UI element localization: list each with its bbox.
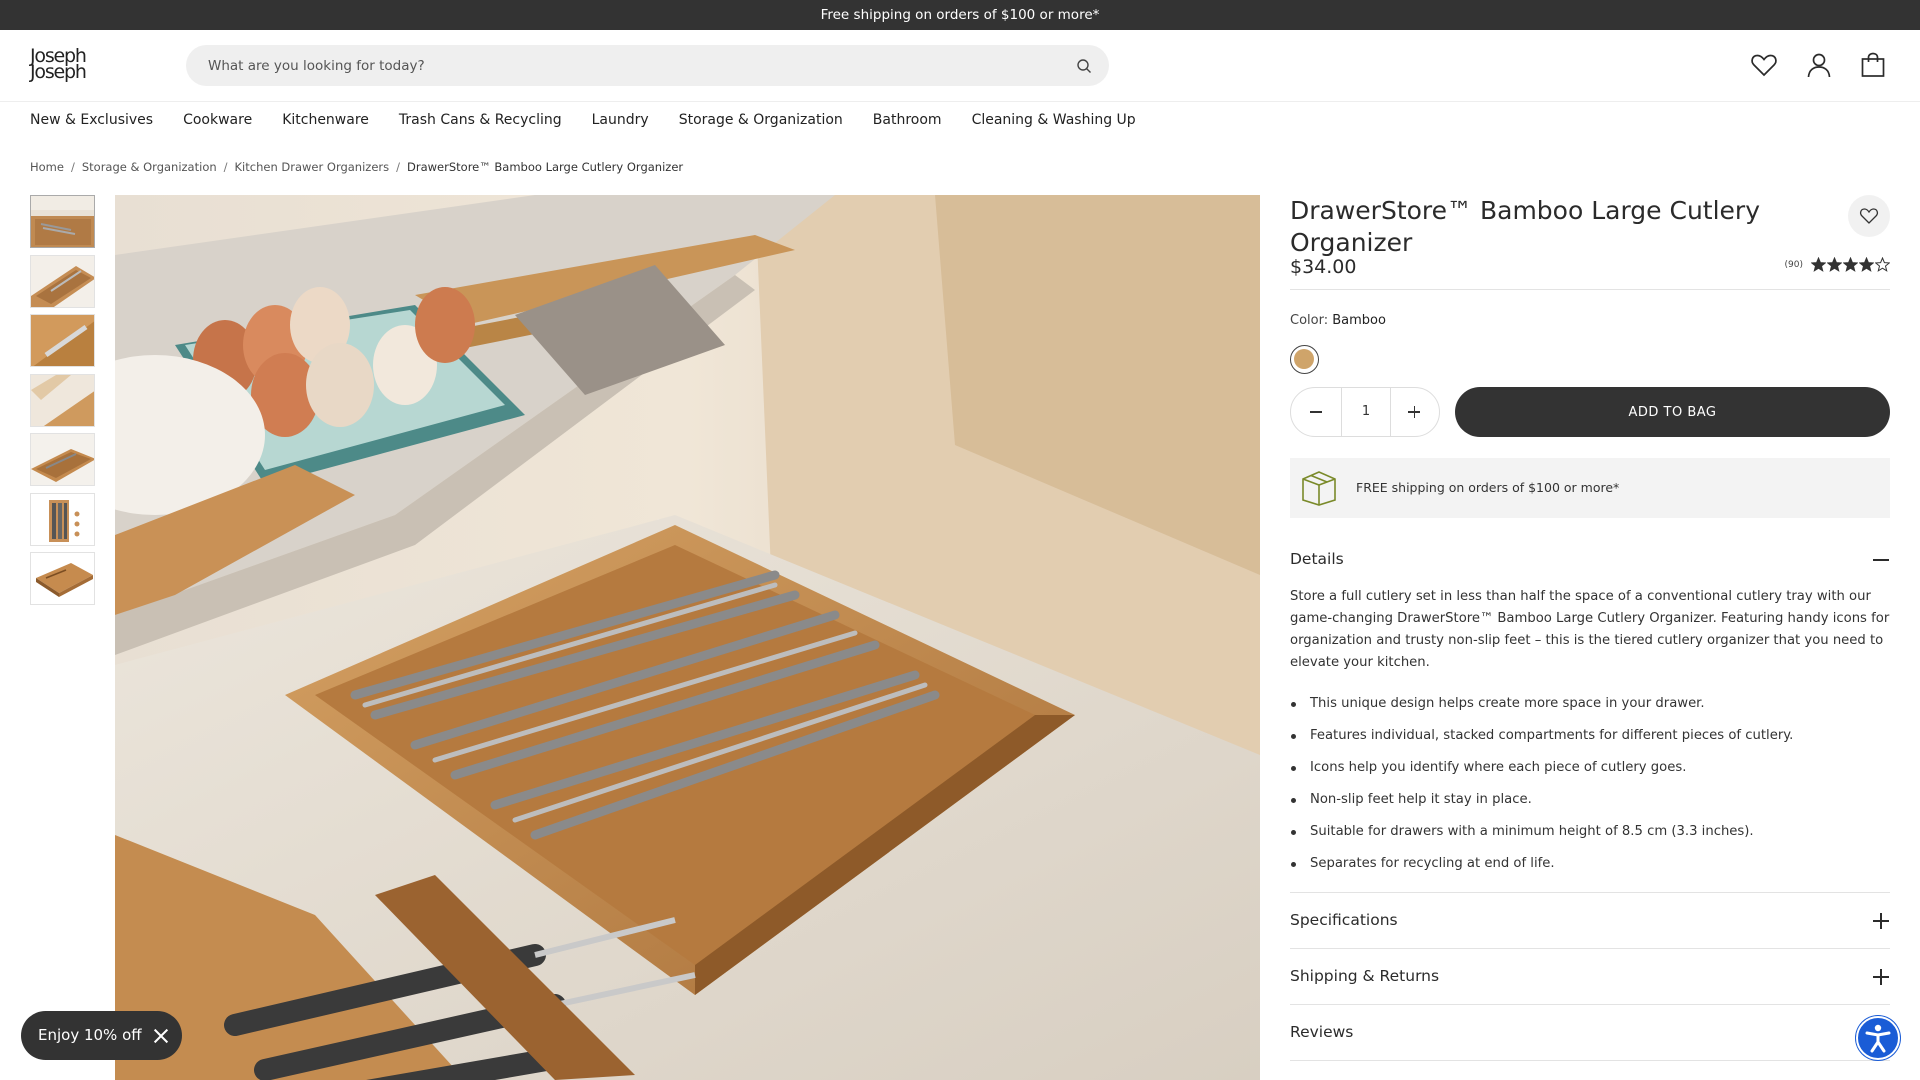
thumbnail-4[interactable] — [30, 373, 95, 427]
promo-bar: Free shipping on orders of $100 or more* — [0, 0, 1920, 30]
breadcrumb-storage[interactable]: Storage & Organization — [82, 160, 217, 174]
color-swatch-bamboo[interactable] — [1290, 345, 1319, 374]
thumbnail-2[interactable] — [30, 254, 95, 308]
breadcrumb-separator: / — [396, 160, 401, 174]
list-item: Features individual, stacked compartment… — [1290, 726, 1890, 758]
heart-icon[interactable] — [1749, 50, 1779, 80]
breadcrumb: Home / Storage & Organization / Kitchen Draw… — [30, 160, 683, 174]
heart-icon — [1859, 208, 1879, 224]
user-icon[interactable] — [1804, 50, 1834, 80]
list-item: This unique design helps create more spa… — [1290, 694, 1890, 726]
nav-item-cookware[interactable]: Cookware — [183, 112, 252, 132]
wishlist-button[interactable] — [1848, 195, 1890, 237]
divider — [1290, 948, 1890, 949]
promo-text: Free shipping on orders of $100 or more* — [820, 7, 1100, 23]
quantity-stepper: 1 — [1290, 387, 1440, 437]
star-filled-icon — [1811, 257, 1826, 272]
accessibility-button[interactable] — [1856, 1016, 1900, 1060]
color-label-prefix: Color: — [1290, 313, 1329, 328]
nav-item-trash-cans[interactable]: Trash Cans & Recycling — [399, 112, 562, 132]
site-header: Joseph Joseph — [0, 30, 1920, 102]
list-item: Suitable for drawers with a minimum heig… — [1290, 822, 1890, 854]
divider — [1290, 892, 1890, 893]
thumbnail-5[interactable] — [30, 433, 95, 486]
details-heading: Details — [1290, 550, 1344, 568]
swatch-fill — [1294, 349, 1314, 369]
search-bar — [186, 45, 1109, 86]
nav-item-bathroom[interactable]: Bathroom — [873, 112, 942, 132]
nav-item-new-exclusives[interactable]: New & Exclusives — [30, 112, 153, 132]
breadcrumb-kitchen-drawer[interactable]: Kitchen Drawer Organizers — [235, 160, 390, 174]
logo-line-2: Joseph — [30, 61, 87, 83]
divider — [1290, 1004, 1890, 1005]
bag-icon[interactable] — [1858, 50, 1888, 80]
star-filled-icon — [1843, 257, 1858, 272]
discount-text: Enjoy 10% off — [38, 1026, 142, 1044]
star-filled-icon — [1827, 257, 1842, 272]
quantity-increase-button[interactable] — [1389, 388, 1439, 436]
search-input[interactable] — [208, 45, 1048, 86]
quantity-value[interactable]: 1 — [1341, 388, 1391, 436]
thumbnail-7[interactable] — [30, 552, 95, 605]
shipping-returns-heading: Shipping & Returns — [1290, 967, 1440, 985]
product-price: $34.00 — [1290, 256, 1357, 278]
product-description: Store a full cutlery set in less than ha… — [1290, 589, 1890, 670]
list-item: Separates for recycling at end of life. — [1290, 854, 1890, 886]
feature-list: This unique design helps create more spa… — [1290, 694, 1890, 886]
nav-item-kitchenware[interactable]: Kitchenware — [282, 112, 369, 132]
breadcrumb-home[interactable]: Home — [30, 160, 64, 174]
list-item: Icons help you identify where each piece… — [1290, 758, 1890, 790]
expand-icon[interactable] — [1872, 912, 1890, 930]
rating-stars — [1811, 257, 1890, 272]
accessibility-icon — [1865, 1024, 1891, 1053]
breadcrumb-separator: / — [223, 160, 228, 174]
breadcrumb-current: DrawerStore™ Bamboo Large Cutlery Organi… — [407, 160, 684, 174]
star-filled-icon — [1859, 257, 1874, 272]
add-to-bag-button[interactable]: ADD TO BAG — [1455, 387, 1890, 437]
product-rating[interactable]: (90) — [1785, 257, 1890, 272]
divider — [1290, 289, 1890, 290]
product-title: DrawerStore™ Bamboo Large Cutlery Organi… — [1290, 196, 1760, 257]
shipping-returns-accordion-header[interactable]: Shipping & Returns — [1290, 967, 1890, 987]
details-accordion-header[interactable]: Details — [1290, 550, 1890, 570]
thumbnail-6[interactable] — [30, 492, 95, 546]
thumbnail-1[interactable] — [30, 195, 95, 248]
specifications-accordion-header[interactable]: Specifications — [1290, 911, 1890, 931]
main-product-image[interactable] — [115, 195, 1260, 1080]
quantity-decrease-button[interactable] — [1291, 388, 1341, 436]
specifications-heading: Specifications — [1290, 911, 1398, 929]
search-icon[interactable] — [1076, 58, 1092, 74]
color-label: Color: Bamboo — [1290, 313, 1386, 328]
divider — [1290, 1060, 1890, 1061]
main-nav: New & Exclusives Cookware Kitchenware Tr… — [30, 112, 1166, 132]
rating-count: (90) — [1784, 259, 1803, 270]
thumbnail-3[interactable] — [30, 314, 95, 367]
discount-popup[interactable]: Enjoy 10% off — [21, 1011, 182, 1060]
expand-icon[interactable] — [1872, 968, 1890, 986]
star-empty-icon — [1875, 257, 1890, 272]
thumbnail-gallery — [30, 195, 95, 612]
box-icon — [1302, 471, 1336, 506]
shipping-banner: FREE shipping on orders of $100 or more* — [1290, 458, 1890, 518]
logo[interactable]: Joseph Joseph — [30, 47, 112, 84]
reviews-heading: Reviews — [1290, 1023, 1354, 1041]
list-item: Non-slip feet help it stay in place. — [1290, 790, 1890, 822]
color-value: Bamboo — [1332, 313, 1386, 328]
nav-item-cleaning[interactable]: Cleaning & Washing Up — [972, 112, 1136, 132]
nav-item-storage[interactable]: Storage & Organization — [679, 112, 843, 132]
close-icon[interactable] — [151, 1026, 171, 1046]
collapse-icon[interactable] — [1872, 551, 1890, 569]
reviews-accordion-header[interactable]: Reviews — [1290, 1023, 1890, 1043]
shipping-note: FREE shipping on orders of $100 or more* — [1356, 480, 1620, 495]
breadcrumb-separator: / — [70, 160, 75, 174]
nav-item-laundry[interactable]: Laundry — [592, 112, 649, 132]
